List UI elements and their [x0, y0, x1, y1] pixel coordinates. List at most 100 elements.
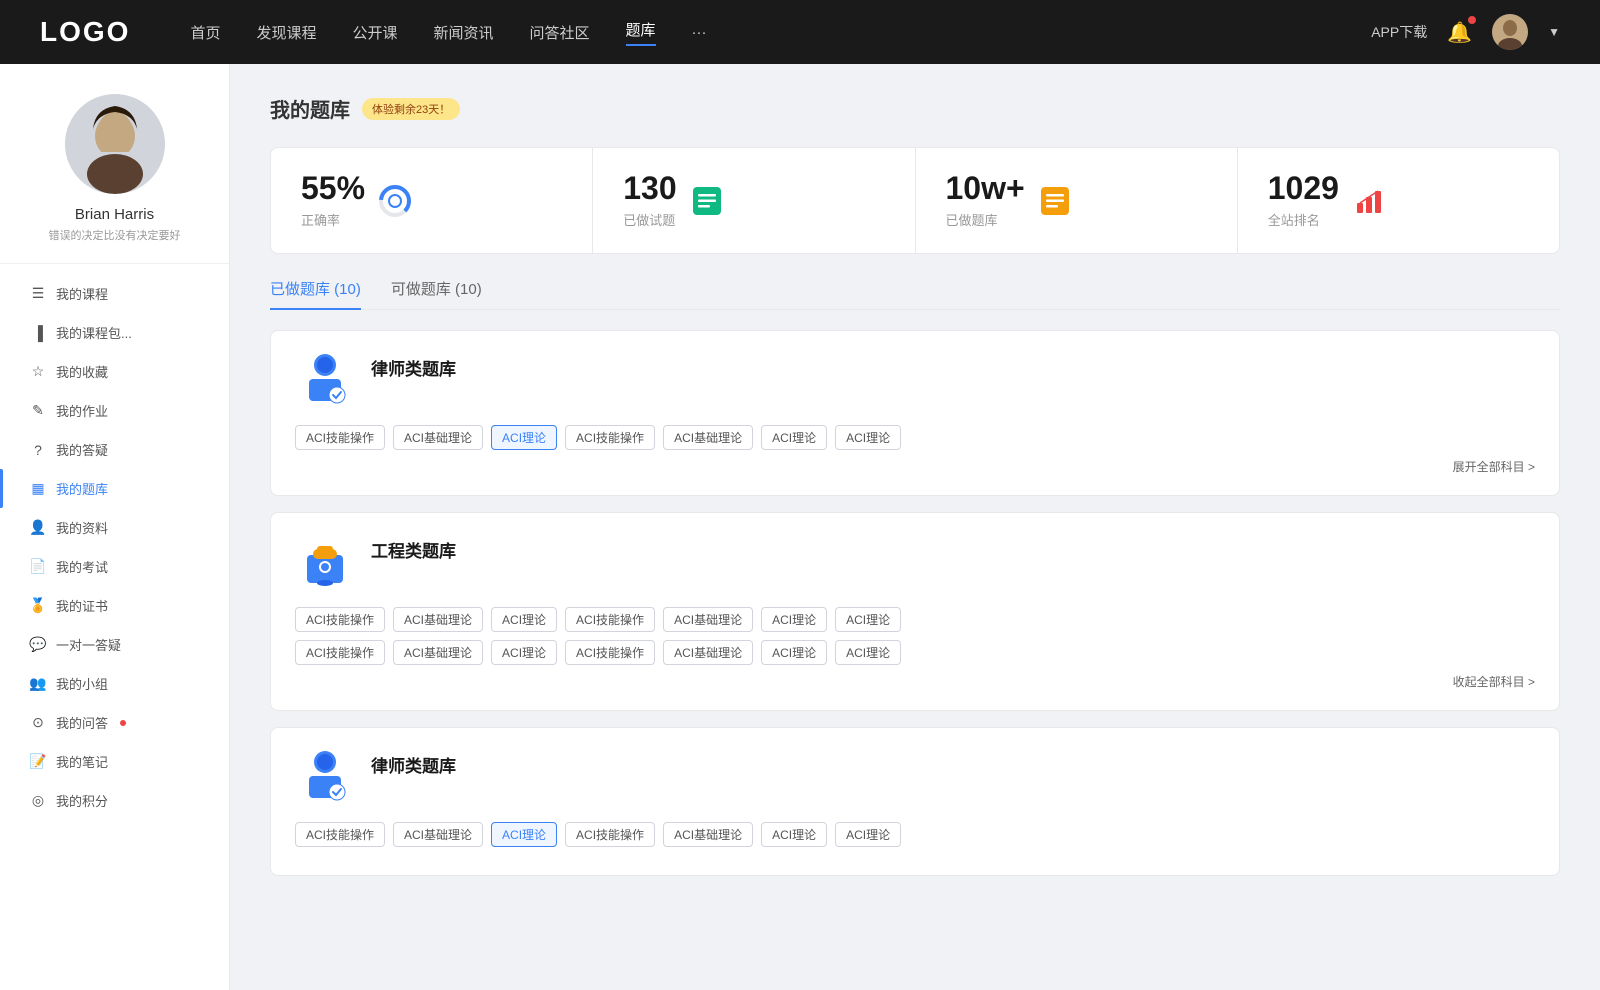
tag[interactable]: ACI理论: [835, 425, 901, 450]
stat-accuracy: 55% 正确率: [271, 148, 593, 253]
sidebar-label-qbank: 我的题库: [56, 479, 108, 498]
tag[interactable]: ACI基础理论: [663, 640, 753, 665]
page-header: 我的题库 体验剩余23天！: [270, 94, 1560, 123]
tag[interactable]: ACI技能操作: [565, 425, 655, 450]
sidebar-label-group: 我的小组: [56, 674, 108, 693]
coin-icon: ◎: [30, 793, 46, 809]
qbank-card-lawyer-1: 律师类题库 ACI技能操作 ACI基础理论 ACI理论 ACI技能操作 ACI基…: [270, 330, 1560, 496]
grid-icon: ▦: [30, 481, 46, 497]
tag[interactable]: ACI理论: [835, 640, 901, 665]
stat-done-banks: 10w+ 已做题库: [916, 148, 1238, 253]
sidebar-item-homework[interactable]: ✎ 我的作业: [0, 391, 229, 430]
qbank-tags-lawyer-1: ACI技能操作 ACI基础理论 ACI理论 ACI技能操作 ACI基础理论 AC…: [295, 425, 1535, 450]
tag[interactable]: ACI理论: [761, 607, 827, 632]
sidebar-label-exam: 我的考试: [56, 557, 108, 576]
sidebar-label-favorites: 我的收藏: [56, 362, 108, 381]
tag[interactable]: ACI理论: [761, 640, 827, 665]
tag[interactable]: ACI技能操作: [295, 607, 385, 632]
doc-icon: 📄: [30, 559, 46, 575]
tab-done-banks[interactable]: 已做题库 (10): [270, 278, 361, 309]
file-icon: ☰: [30, 286, 46, 302]
sidebar-item-notes[interactable]: 📝 我的笔记: [0, 742, 229, 781]
tag[interactable]: ACI技能操作: [565, 822, 655, 847]
group-icon: 👥: [30, 676, 46, 692]
tag[interactable]: ACI基础理论: [663, 822, 753, 847]
sidebar-label-course-package: 我的课程包...: [56, 323, 132, 342]
tag[interactable]: ACI技能操作: [295, 425, 385, 450]
sidebar-item-my-courses[interactable]: ☰ 我的课程: [0, 274, 229, 313]
stats-row: 55% 正确率 130 已做试题: [270, 147, 1560, 254]
cert-icon: 🏅: [30, 598, 46, 614]
sidebar-item-points[interactable]: ◎ 我的积分: [0, 781, 229, 820]
app-download-link[interactable]: APP下载: [1371, 22, 1427, 42]
chat-icon: 💬: [30, 637, 46, 653]
question-icon: ?: [30, 442, 46, 458]
stat-accuracy-value: 55%: [301, 172, 365, 204]
tag[interactable]: ACI理论: [835, 822, 901, 847]
star-icon: ☆: [30, 364, 46, 380]
engineer-icon: [295, 533, 355, 593]
sidebar-item-1on1[interactable]: 💬 一对一答疑: [0, 625, 229, 664]
sidebar-label-1on1: 一对一答疑: [56, 635, 121, 654]
trial-badge: 体验剩余23天！: [362, 98, 460, 120]
user-icon: 👤: [30, 520, 46, 536]
logo[interactable]: LOGO: [40, 16, 130, 48]
sidebar-item-cert[interactable]: 🏅 我的证书: [0, 586, 229, 625]
sidebar-item-course-package[interactable]: ▐ 我的课程包...: [0, 313, 229, 352]
tag[interactable]: ACI技能操作: [295, 640, 385, 665]
nav-qa[interactable]: 问答社区: [530, 22, 590, 43]
sidebar-item-group[interactable]: 👥 我的小组: [0, 664, 229, 703]
tag[interactable]: ACI基础理论: [663, 425, 753, 450]
nav-open-course[interactable]: 公开课: [352, 22, 397, 43]
tag[interactable]: ACI基础理论: [393, 822, 483, 847]
nav-news[interactable]: 新闻资讯: [434, 22, 494, 43]
sidebar-label-my-qa: 我的问答: [56, 713, 108, 732]
tag[interactable]: ACI技能操作: [565, 607, 655, 632]
tab-available-banks[interactable]: 可做题库 (10): [391, 278, 482, 309]
tag[interactable]: ACI理论: [761, 822, 827, 847]
stat-done-banks-value: 10w+: [946, 172, 1025, 204]
user-avatar-nav[interactable]: [1492, 14, 1528, 50]
qbank-title-lawyer-1: 律师类题库: [371, 351, 456, 380]
tag[interactable]: ACI基础理论: [393, 425, 483, 450]
navbar-right: APP下载 🔔 ▼: [1371, 14, 1560, 50]
tag[interactable]: ACI理论: [491, 607, 557, 632]
tag-active[interactable]: ACI理论: [491, 425, 557, 450]
user-menu-chevron[interactable]: ▼: [1548, 25, 1560, 39]
stat-ranking: 1029 全站排名: [1238, 148, 1559, 253]
sidebar-label-profile: 我的资料: [56, 518, 108, 537]
nav-qbank[interactable]: 题库: [626, 19, 656, 46]
main-content: 我的题库 体验剩余23天！ 55% 正确率: [230, 64, 1600, 990]
expand-link-lawyer-1[interactable]: 展开全部科目 >: [295, 458, 1535, 475]
accuracy-icon: [377, 183, 413, 219]
tag[interactable]: ACI技能操作: [565, 640, 655, 665]
tag[interactable]: ACI理论: [761, 425, 827, 450]
sidebar-item-my-qa[interactable]: ⊙ 我的问答: [0, 703, 229, 742]
sidebar-item-exam[interactable]: 📄 我的考试: [0, 547, 229, 586]
navbar: LOGO 首页 发现课程 公开课 新闻资讯 问答社区 题库 ··· APP下载 …: [0, 0, 1600, 64]
tag-active[interactable]: ACI理论: [491, 822, 557, 847]
tag[interactable]: ACI基础理论: [393, 607, 483, 632]
tag[interactable]: ACI理论: [491, 640, 557, 665]
main-layout: Brian Harris 错误的决定比没有决定要好 ☰ 我的课程 ▐ 我的课程包…: [0, 64, 1600, 990]
collapse-link-engineer[interactable]: 收起全部科目 >: [295, 673, 1535, 690]
sidebar-item-qbank[interactable]: ▦ 我的题库: [0, 469, 229, 508]
tag[interactable]: ACI理论: [835, 607, 901, 632]
qbank-tags-engineer-row2: ACI技能操作 ACI基础理论 ACI理论 ACI技能操作 ACI基础理论 AC…: [295, 640, 1535, 665]
stat-accuracy-label: 正确率: [301, 210, 365, 229]
sidebar-item-favorites[interactable]: ☆ 我的收藏: [0, 352, 229, 391]
lawyer-icon-2: [295, 748, 355, 808]
qa-red-dot: [120, 720, 126, 726]
sidebar-label-qa: 我的答疑: [56, 440, 108, 459]
nav-discover[interactable]: 发现课程: [256, 22, 316, 43]
tag[interactable]: ACI基础理论: [663, 607, 753, 632]
edit-icon: ✎: [30, 403, 46, 419]
sidebar-item-profile[interactable]: 👤 我的资料: [0, 508, 229, 547]
qa-icon: ⊙: [30, 715, 46, 731]
sidebar-item-qa[interactable]: ? 我的答疑: [0, 430, 229, 469]
tag[interactable]: ACI基础理论: [393, 640, 483, 665]
nav-home[interactable]: 首页: [190, 22, 220, 43]
notification-bell[interactable]: 🔔: [1447, 20, 1472, 45]
nav-more[interactable]: ···: [692, 24, 707, 41]
tag[interactable]: ACI技能操作: [295, 822, 385, 847]
